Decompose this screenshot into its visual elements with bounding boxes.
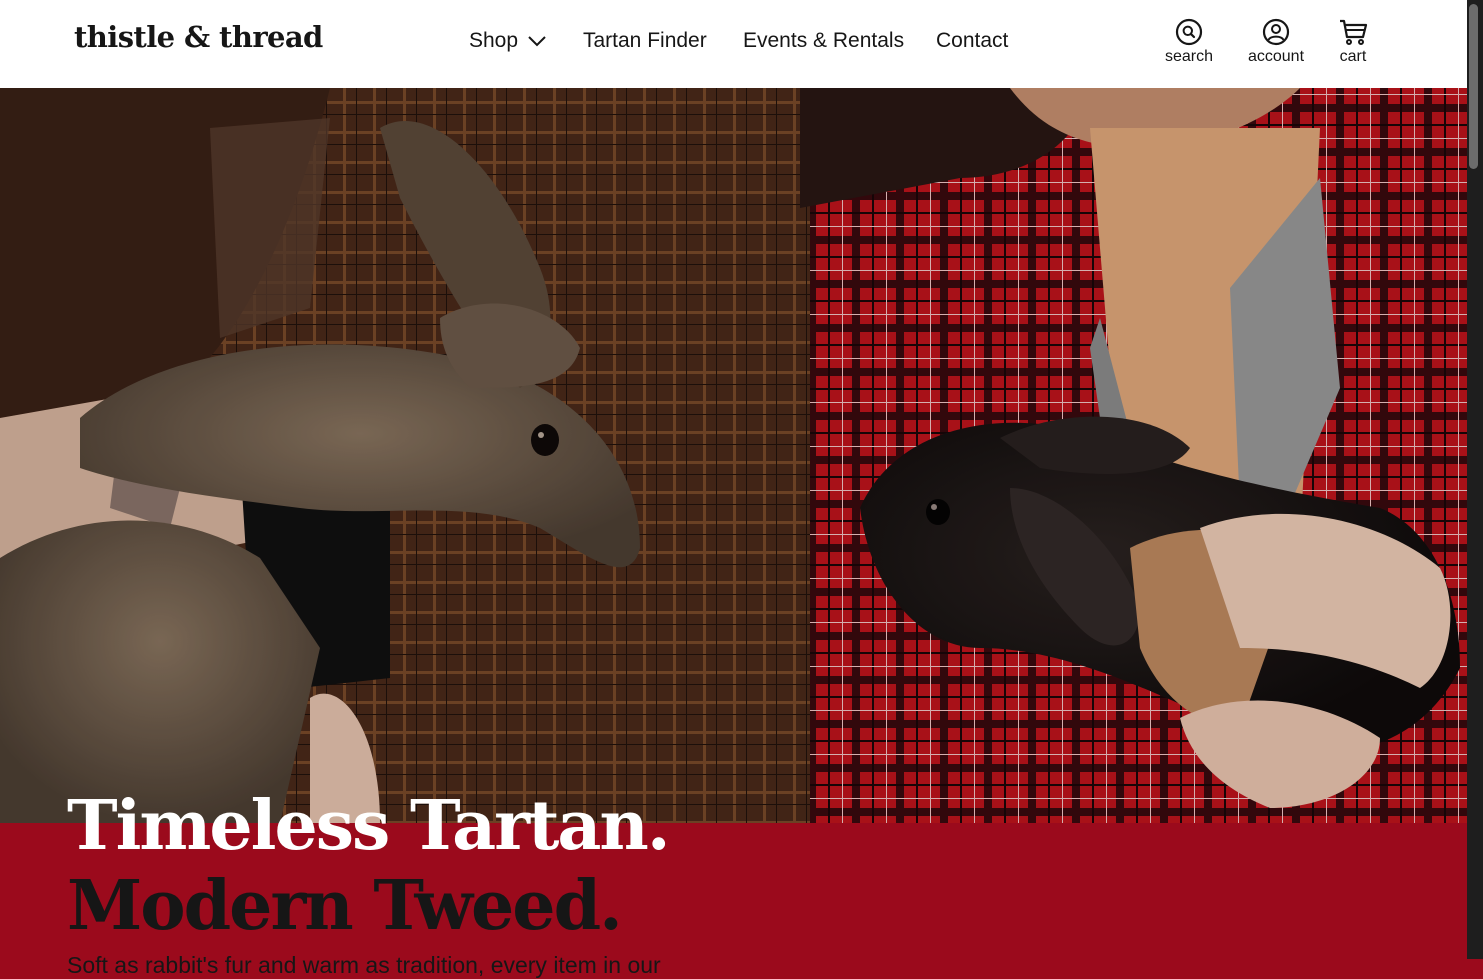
account-icon [1262, 18, 1290, 46]
nav-item-events-rentals[interactable]: Events & Rentals [743, 29, 904, 53]
account-button[interactable]: account [1236, 18, 1316, 66]
cart-label: cart [1339, 48, 1367, 65]
cart-icon [1340, 19, 1368, 45]
scrollbar-thumb[interactable] [1469, 4, 1478, 169]
hero-subcopy: Soft as rabbit's fur and warm as traditi… [67, 952, 661, 978]
hero-image [0, 88, 1467, 823]
brand-logo[interactable]: thistle & thread [74, 20, 323, 54]
hero-headline-line2: Modern Tweed. [67, 865, 623, 946]
site-header: thistle & thread Shop Tartan Finder Even… [0, 0, 1467, 88]
nav-item-tartan-finder[interactable]: Tartan Finder [583, 29, 707, 53]
search-label: search [1164, 48, 1214, 65]
nav-item-label: Shop [469, 29, 519, 52]
search-button[interactable]: search [1149, 18, 1229, 66]
hero-photo [0, 88, 1467, 823]
chevron-down-icon [528, 36, 546, 47]
nav-item-shop[interactable]: Shop [469, 29, 546, 53]
search-icon [1175, 18, 1203, 46]
cart-button[interactable]: cart [1313, 18, 1393, 66]
account-label: account [1247, 48, 1305, 65]
hero-headline-line1: Timeless Tartan. [67, 785, 671, 866]
nav-item-contact[interactable]: Contact [936, 29, 1008, 53]
